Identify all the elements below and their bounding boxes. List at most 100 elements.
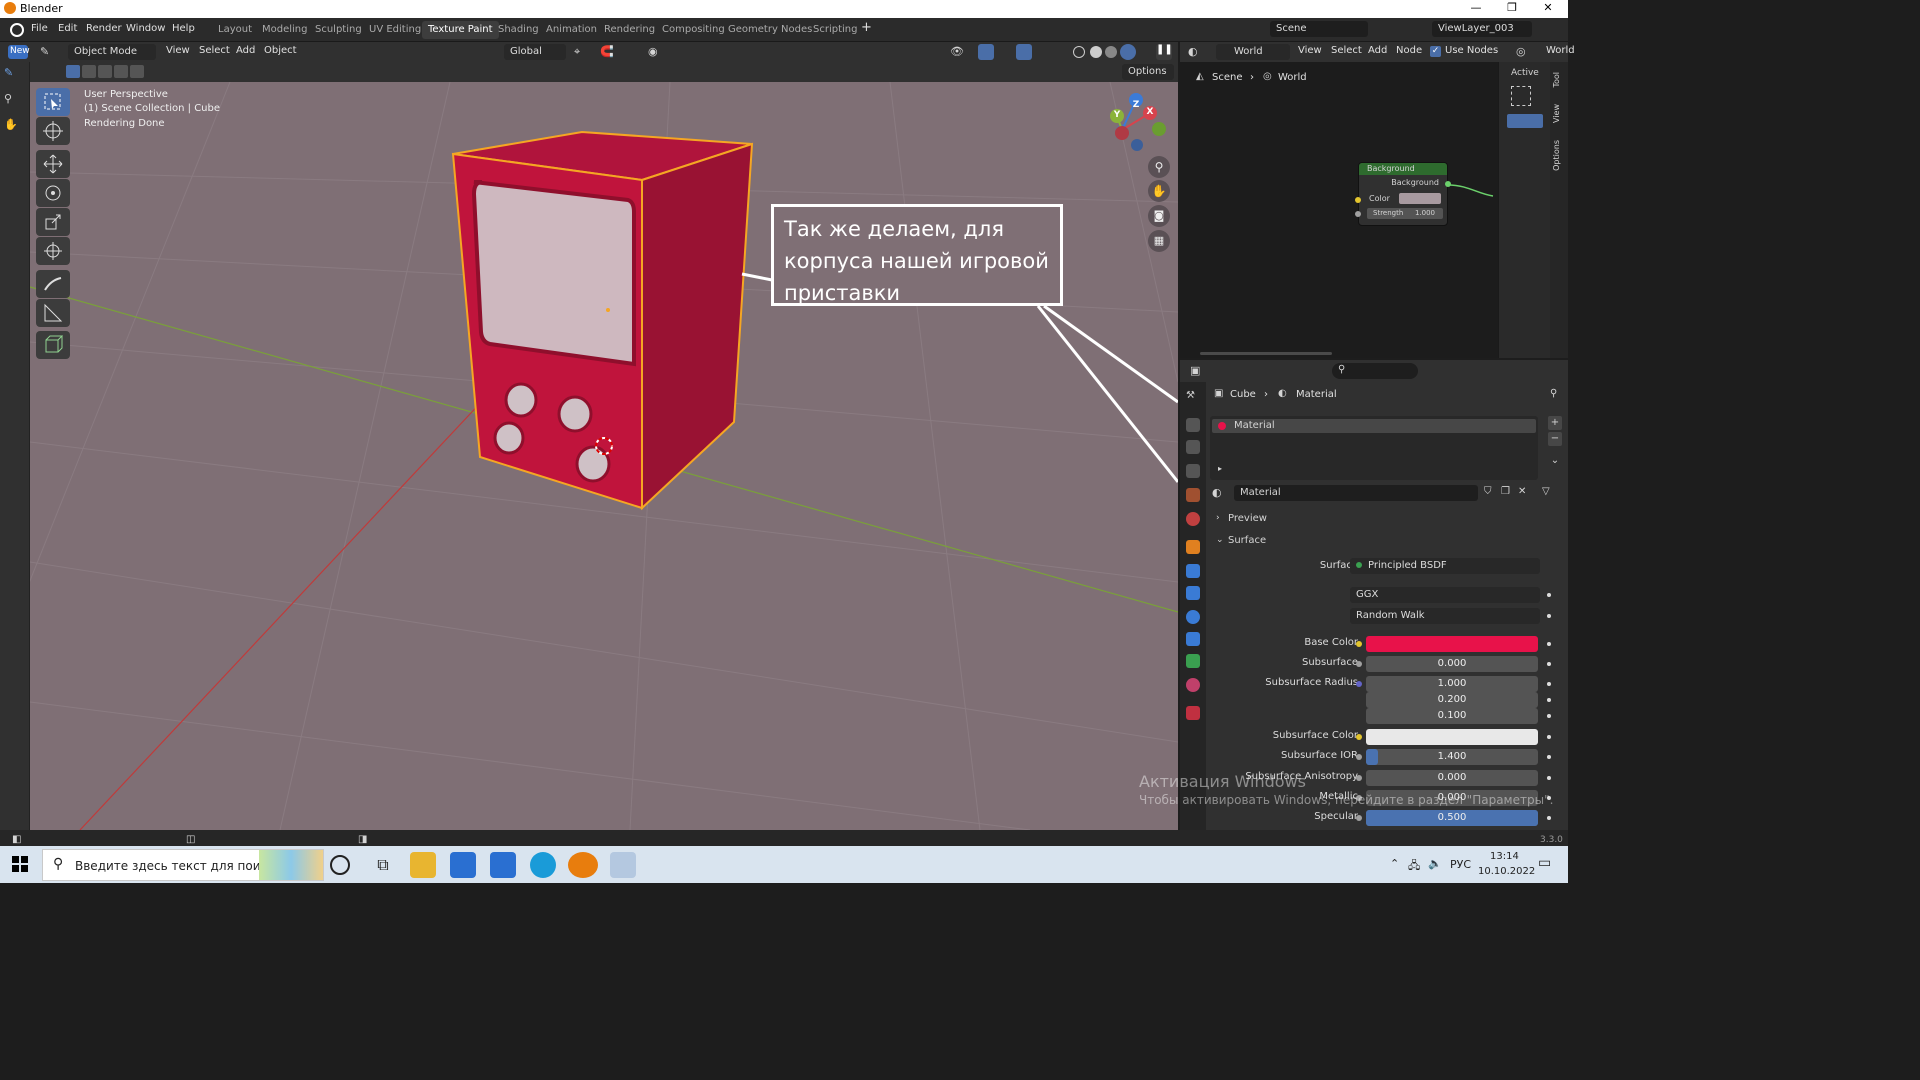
numeric-field[interactable]: 1.400 xyxy=(1366,749,1538,765)
subsurface-method-dropdown[interactable]: Random Walk xyxy=(1350,608,1540,624)
minimize-button[interactable]: — xyxy=(1458,0,1494,18)
grid-view-icon[interactable]: ▦ xyxy=(1148,230,1170,252)
gizmo-toggle-icon[interactable] xyxy=(978,44,994,60)
surface-section-header[interactable]: Surface xyxy=(1228,535,1266,546)
orientation-dropdown[interactable]: Global xyxy=(504,44,566,60)
paint-icon[interactable] xyxy=(610,852,636,878)
brush-icon[interactable]: ✎ xyxy=(4,66,13,79)
language-indicator[interactable]: РУС xyxy=(1450,858,1471,871)
tab-compositing[interactable]: Compositing xyxy=(656,21,731,39)
edge-icon[interactable] xyxy=(530,852,556,878)
material-slot-item[interactable]: Material xyxy=(1212,419,1536,433)
console-model[interactable] xyxy=(451,130,754,511)
pivot-icon[interactable]: ⌖ xyxy=(574,45,580,59)
material-shading-icon[interactable] xyxy=(1105,46,1117,58)
strength-input-socket[interactable] xyxy=(1355,211,1361,217)
render-tab-icon[interactable] xyxy=(1186,418,1200,432)
mode-dropdown[interactable]: Object Mode xyxy=(68,44,156,60)
node-menu-add[interactable]: Add xyxy=(1368,45,1387,56)
restore-button[interactable]: ❐ xyxy=(1494,0,1530,18)
store-icon[interactable] xyxy=(450,852,476,878)
node-editor-type-icon[interactable]: ◐ xyxy=(1188,45,1198,58)
new-button[interactable]: New xyxy=(8,45,30,59)
color-swatch-field[interactable] xyxy=(1366,729,1538,745)
viewport-menu-add[interactable]: Add xyxy=(236,45,255,56)
side-tab-options[interactable]: Options xyxy=(1552,140,1561,171)
overlay-toggle-icon[interactable] xyxy=(1016,44,1032,60)
zoom-icon[interactable]: ⚲ xyxy=(4,92,12,105)
annotate-tool[interactable] xyxy=(36,270,70,298)
material-name-field[interactable]: Material xyxy=(1234,485,1478,501)
menu-file[interactable]: File xyxy=(31,23,48,34)
background-node[interactable]: Background Background Color Strength 1.0… xyxy=(1355,162,1451,226)
select-extend-icon[interactable] xyxy=(82,65,96,78)
blender-taskbar-icon[interactable] xyxy=(568,852,598,878)
node-menu-view[interactable]: View xyxy=(1298,45,1322,56)
use-nodes-checkbox[interactable]: ✓ xyxy=(1430,46,1441,57)
socket-icon[interactable] xyxy=(1356,661,1362,667)
viewport-menu-object[interactable]: Object xyxy=(264,45,297,56)
side-tab-view[interactable]: View xyxy=(1552,104,1561,123)
socket-icon[interactable] xyxy=(1356,681,1362,687)
proportional-edit-icon[interactable]: ◉ xyxy=(648,45,658,58)
tab-geometry-nodes[interactable]: Geometry Nodes xyxy=(722,21,818,39)
texture-tab-icon[interactable] xyxy=(1186,706,1200,720)
options-dropdown[interactable]: Options xyxy=(1122,64,1174,80)
tab-rendering[interactable]: Rendering xyxy=(598,21,661,39)
file-explorer-icon[interactable] xyxy=(410,852,436,878)
measure-tool[interactable] xyxy=(36,299,70,327)
wireframe-shading-icon[interactable] xyxy=(1073,46,1085,58)
scene-field[interactable]: Scene xyxy=(1270,21,1368,37)
task-view-icon[interactable]: ⧉ xyxy=(370,852,396,878)
windows-start-icon[interactable] xyxy=(12,856,28,872)
numeric-field[interactable]: 1.000 xyxy=(1366,676,1538,692)
tab-modeling[interactable]: Modeling xyxy=(256,21,314,39)
menu-render[interactable]: Render xyxy=(86,23,122,34)
shader-type-dropdown[interactable]: World xyxy=(1216,44,1290,60)
menu-window[interactable]: Window xyxy=(126,23,165,34)
tray-chevron-icon[interactable]: ⌃ xyxy=(1390,857,1399,870)
pin-icon[interactable]: ⚲ xyxy=(1550,388,1557,399)
zoom-view-icon[interactable]: ⚲ xyxy=(1148,156,1170,178)
add-cube-tool[interactable] xyxy=(36,331,70,359)
transform-tool[interactable] xyxy=(36,237,70,265)
node-breadcrumb-world[interactable]: World xyxy=(1278,72,1307,83)
socket-icon[interactable] xyxy=(1356,815,1362,821)
rotate-tool[interactable] xyxy=(36,179,70,207)
tool-tab-icon[interactable]: ⚒ xyxy=(1186,390,1200,404)
hand-icon[interactable]: ✋ xyxy=(4,118,18,131)
cortana-icon[interactable] xyxy=(330,855,350,875)
viewport-menu-view[interactable]: View xyxy=(166,45,190,56)
background-color-swatch[interactable] xyxy=(1399,193,1441,204)
taskbar-search-input[interactable]: ⚲ Введите здесь текст для поиска xyxy=(42,849,324,881)
volume-icon[interactable]: 🔈 xyxy=(1428,857,1442,870)
node-menu-select[interactable]: Select xyxy=(1331,45,1362,56)
numeric-field[interactable]: 0.500 xyxy=(1366,810,1538,826)
node-editor-canvas[interactable]: ◭ Scene › ◎ World Background Background … xyxy=(1180,62,1568,358)
node-menu-node[interactable]: Node xyxy=(1396,45,1422,56)
view-layer-field[interactable]: ViewLayer_003 xyxy=(1432,21,1532,37)
tab-uv-editing[interactable]: UV Editing xyxy=(363,21,427,39)
strength-field[interactable]: Strength 1.000 xyxy=(1367,208,1443,219)
pan-view-icon[interactable]: ✋ xyxy=(1148,180,1170,202)
world-tab-icon[interactable] xyxy=(1186,512,1200,526)
camera-view-icon[interactable]: ◙ xyxy=(1148,205,1170,227)
close-button[interactable]: ✕ xyxy=(1530,0,1566,18)
keyframe-dot[interactable] xyxy=(1547,776,1551,780)
numeric-field[interactable]: 0.000 xyxy=(1366,770,1538,786)
tab-animation[interactable]: Animation xyxy=(540,21,603,39)
visibility-icon[interactable]: 👁 xyxy=(950,45,964,58)
properties-search-input[interactable]: ⚲ xyxy=(1332,363,1418,379)
keyframe-dot[interactable] xyxy=(1547,682,1551,686)
preview-collapse-icon[interactable]: › xyxy=(1216,513,1220,523)
output-tab-icon[interactable] xyxy=(1186,440,1200,454)
menu-help[interactable]: Help xyxy=(172,23,195,34)
keyframe-dot[interactable] xyxy=(1547,714,1551,718)
object-tab-icon[interactable] xyxy=(1186,540,1200,554)
active-tool-mode-icon[interactable] xyxy=(1507,114,1543,128)
modifier-tab-icon[interactable] xyxy=(1186,564,1200,578)
socket-icon[interactable] xyxy=(1356,641,1362,647)
select-subtract-icon[interactable] xyxy=(98,65,112,78)
select-intersect-icon[interactable] xyxy=(130,65,144,78)
props-breadcrumb-material[interactable]: Material xyxy=(1296,389,1337,400)
